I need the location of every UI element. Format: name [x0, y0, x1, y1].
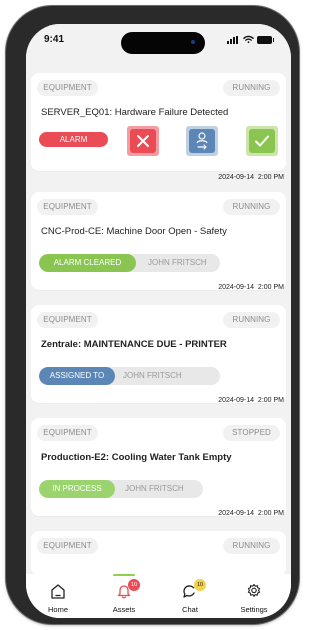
confirm-button-face	[249, 129, 275, 153]
nav-home-label: Home	[47, 605, 68, 614]
home-icon	[51, 584, 65, 599]
event-date: 2024-09-14	[218, 397, 255, 404]
equipment-state-badge: RUNNING	[223, 538, 280, 554]
chat-notification-badge: 10	[194, 579, 206, 591]
equipment-tag: EQUIPMENT	[37, 80, 98, 96]
app-screen: 9:41 EQUIPMENT RUNNING SERVER_EQ01: Hard…	[26, 24, 291, 618]
user-assign-icon	[196, 132, 208, 150]
assigned-person: JOHN FRITSCH	[125, 484, 184, 493]
battery-icon	[257, 36, 274, 44]
nav-chat[interactable]: 10 Chat	[164, 579, 216, 615]
camera-dot	[191, 40, 195, 44]
nav-assets[interactable]: 10 Assets	[98, 579, 150, 615]
active-tab-indicator	[113, 574, 135, 576]
nav-settings-label: Settings	[240, 605, 268, 614]
event-timestamp: 2024-09-14 2:00 PM	[218, 284, 284, 291]
event-time: 2:00 PM	[257, 284, 284, 291]
dismiss-button-face	[130, 129, 156, 153]
event-timestamp: 2024-09-14 2:00 PM	[218, 174, 284, 181]
equipment-state-badge: RUNNING	[223, 199, 280, 215]
event-status-row: ASSIGNED TO JOHN FRITSCH	[39, 367, 220, 385]
event-title: Production-E2: Cooling Water Tank Empty	[41, 452, 232, 463]
bottom-navigation: Home 10 Assets 10 Chat Settings	[26, 574, 291, 618]
event-timestamp: 2024-09-14 2:00 PM	[218, 510, 284, 517]
status-icons	[227, 35, 277, 45]
event-time: 2:00 PM	[257, 174, 284, 181]
event-date: 2024-09-14	[218, 174, 255, 181]
equipment-tag: EQUIPMENT	[37, 312, 98, 328]
event-status-row: ALARM CLEARED JOHN FRITSCH	[39, 254, 220, 272]
event-date: 2024-09-14	[218, 510, 255, 517]
phone-frame: 9:41 EQUIPMENT RUNNING SERVER_EQ01: Hard…	[6, 6, 299, 624]
event-card-4[interactable]: EQUIPMENT STOPPED Production-E2: Cooling…	[31, 418, 286, 517]
alarm-button[interactable]: ALARM	[39, 132, 108, 147]
gear-icon	[247, 583, 261, 597]
nav-home[interactable]: Home	[32, 581, 84, 615]
check-icon	[255, 135, 269, 147]
nav-assets-label: Assets	[112, 605, 136, 614]
confirm-button[interactable]	[246, 126, 278, 156]
camera-notch	[121, 32, 205, 54]
status-bar: 9:41	[26, 24, 291, 58]
nav-settings[interactable]: Settings	[228, 581, 280, 615]
event-title: Zentrale: MAINTENANCE DUE - PRINTER	[41, 339, 227, 350]
wifi-icon	[243, 35, 254, 44]
event-card-3[interactable]: EQUIPMENT RUNNING Zentrale: MAINTENANCE …	[31, 305, 286, 404]
signal-icon	[227, 36, 239, 44]
assets-notification-badge: 10	[128, 579, 140, 591]
event-time: 2:00 PM	[257, 397, 284, 404]
equipment-state-badge: STOPPED	[223, 425, 280, 441]
event-time: 2:00 PM	[257, 510, 284, 517]
equipment-tag: EQUIPMENT	[37, 425, 98, 441]
event-status-row: IN PROCESS JOHN FRITSCH	[39, 480, 203, 498]
event-card-2[interactable]: EQUIPMENT RUNNING CNC-Prod-CE: Machine D…	[31, 192, 286, 291]
status-chip: IN PROCESS	[39, 480, 115, 498]
event-card-1[interactable]: EQUIPMENT RUNNING SERVER_EQ01: Hardware …	[31, 73, 286, 181]
nav-chat-label: Chat	[182, 605, 198, 614]
equipment-tag: EQUIPMENT	[37, 199, 98, 215]
event-date: 2024-09-14	[218, 284, 255, 291]
equipment-state-badge: RUNNING	[223, 80, 280, 96]
status-chip: ASSIGNED TO	[39, 367, 115, 385]
event-timestamp: 2024-09-14 2:00 PM	[218, 397, 284, 404]
assign-button[interactable]	[186, 126, 218, 156]
event-title: SERVER_EQ01: Hardware Failure Detected	[41, 107, 229, 118]
status-time: 9:41	[44, 34, 65, 45]
status-chip: ALARM CLEARED	[39, 254, 136, 272]
event-card-5[interactable]: EQUIPMENT RUNNING	[31, 531, 286, 576]
equipment-state-badge: RUNNING	[223, 312, 280, 328]
assigned-person: JOHN FRITSCH	[148, 258, 207, 267]
dismiss-button[interactable]	[127, 126, 159, 156]
equipment-tag: EQUIPMENT	[37, 538, 98, 554]
close-icon	[137, 135, 149, 147]
assigned-person: JOHN FRITSCH	[123, 371, 182, 380]
assign-button-face	[189, 129, 215, 153]
event-title: CNC-Prod-CE: Machine Door Open - Safety	[41, 226, 227, 237]
